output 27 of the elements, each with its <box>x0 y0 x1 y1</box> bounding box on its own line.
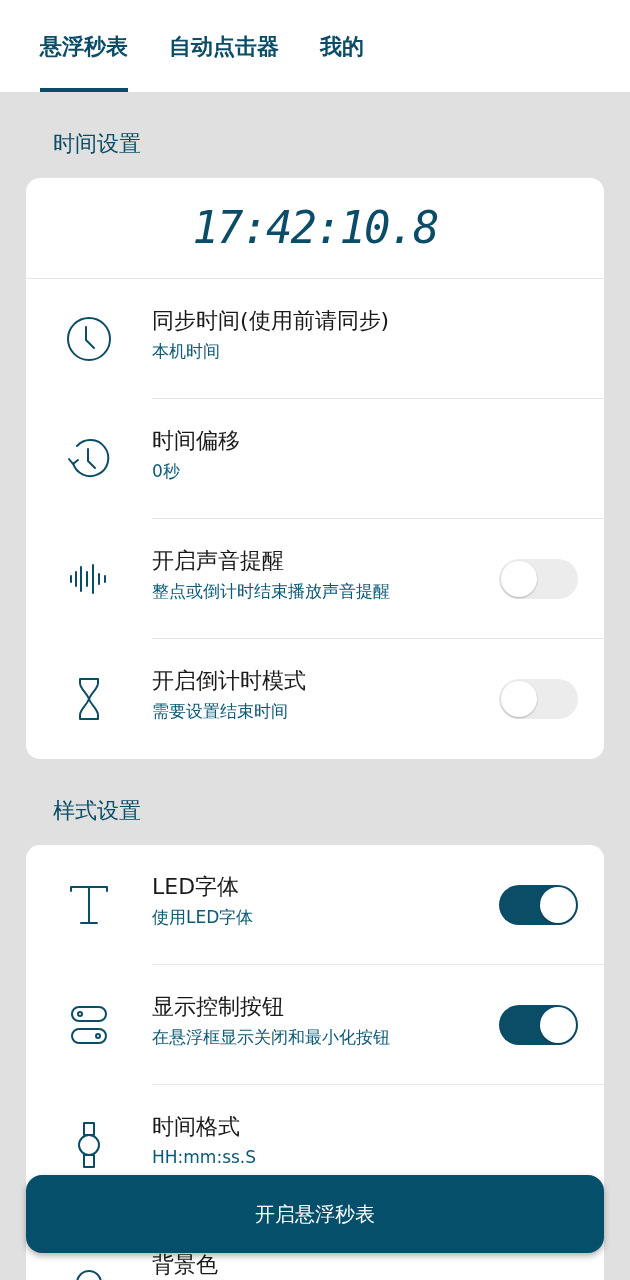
setting-title: 开启倒计时模式 <box>152 667 307 695</box>
section-title: 时间设置 <box>53 129 141 158</box>
setting-subtitle: HH:mm:ss.S <box>152 1146 258 1169</box>
setting-title: 时间偏移 <box>152 427 241 455</box>
tab[interactable]: 我的 <box>320 0 364 92</box>
section-title: 样式设置 <box>53 796 141 825</box>
setting-subtitle: 使用LED字体 <box>152 906 255 929</box>
clock-display: 17:42:10.8 <box>192 201 438 255</box>
toggle-switch[interactable] <box>499 558 578 599</box>
setting-subtitle: 0秒 <box>152 460 181 483</box>
setting-title: 显示控制按钮 <box>152 993 285 1021</box>
setting-title: 同步时间(使用前请同步) <box>152 307 391 335</box>
setting-subtitle: 本机时间 <box>152 340 221 363</box>
setting-title: 背景色 <box>152 1252 219 1277</box>
tab[interactable]: 悬浮秒表 <box>40 0 128 92</box>
setting-subtitle: 在悬浮框显示关闭和最小化按钮 <box>152 1026 391 1049</box>
setting-title: 时间格式 <box>152 1113 241 1141</box>
clock-icon <box>65 315 113 363</box>
start-button[interactable]: 开启悬浮秒表 <box>26 1175 604 1253</box>
setting-subtitle: 需要设置结束时间 <box>152 700 289 723</box>
setting-title: 开启声音提醒 <box>152 547 285 575</box>
tab[interactable]: 自动点击器 <box>169 0 279 92</box>
setting-subtitle: 整点或倒计时结束播放声音提醒 <box>152 580 391 603</box>
toggle-switch[interactable] <box>499 884 578 925</box>
toggle-switch[interactable] <box>499 1004 578 1045</box>
toggle-switch[interactable] <box>499 679 578 719</box>
setting-title: LED字体 <box>152 873 241 901</box>
